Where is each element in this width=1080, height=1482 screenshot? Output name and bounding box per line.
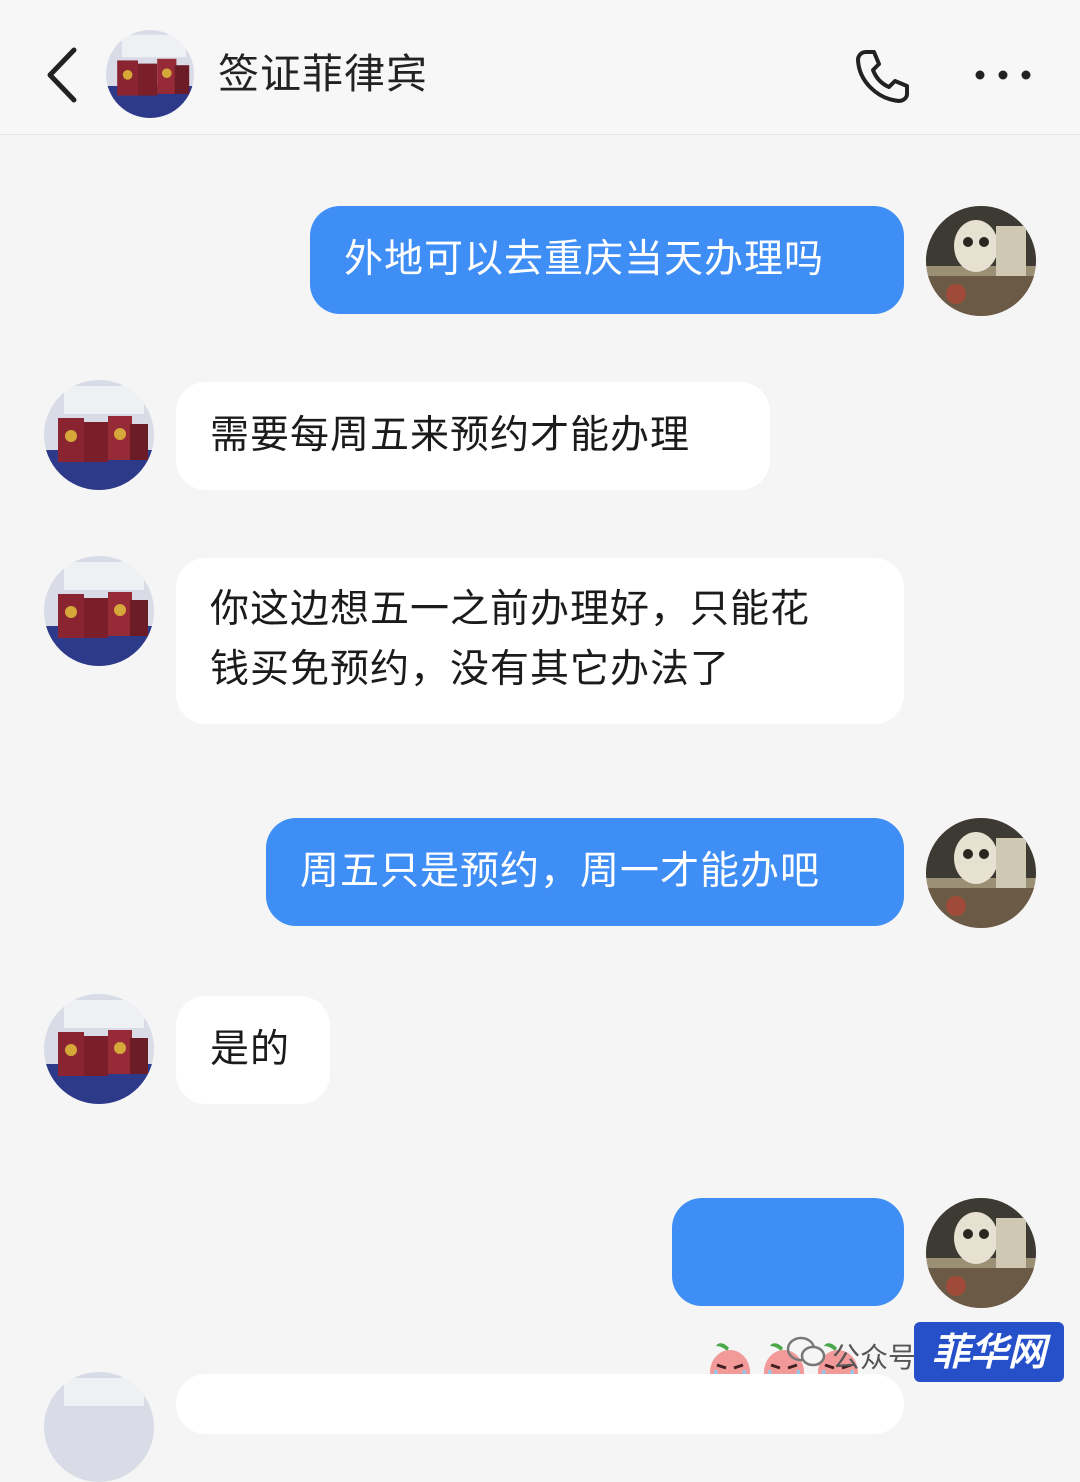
more-dots-icon[interactable] bbox=[968, 58, 1038, 92]
chat-header: 签证菲律宾 bbox=[0, 0, 1080, 135]
passport-photo-icon bbox=[44, 1372, 154, 1482]
message-bubble-outgoing[interactable]: 外地可以去重庆当天办理吗 bbox=[310, 206, 904, 314]
my-avatar[interactable] bbox=[926, 818, 1036, 928]
contact-avatar[interactable] bbox=[44, 556, 154, 666]
passport-photo-icon bbox=[44, 380, 154, 490]
skeleton-artwork-icon bbox=[926, 206, 1036, 316]
message-bubble-incoming[interactable]: 是的 bbox=[176, 996, 330, 1104]
message-bubble-outgoing[interactable] bbox=[672, 1198, 904, 1394]
message-bubble-incoming[interactable]: 你这边想五一之前办理好，只能花 钱买免预约，没有其它办法了 bbox=[176, 558, 904, 724]
skeleton-artwork-icon bbox=[926, 1198, 1036, 1308]
phone-icon[interactable] bbox=[852, 46, 912, 106]
message-bubble-outgoing[interactable]: 周五只是预约，周一才能办吧 bbox=[266, 818, 904, 926]
my-avatar[interactable] bbox=[926, 206, 1036, 316]
contact-avatar[interactable] bbox=[44, 1372, 154, 1482]
watermark-brand: 菲华网 bbox=[914, 1322, 1064, 1382]
contact-avatar[interactable] bbox=[44, 994, 154, 1104]
message-bubble-incoming[interactable] bbox=[176, 1374, 904, 1434]
wechat-icon bbox=[786, 1336, 826, 1367]
my-avatar[interactable] bbox=[926, 1198, 1036, 1308]
chevron-left-icon[interactable] bbox=[38, 44, 88, 106]
passport-photo-icon bbox=[106, 30, 194, 118]
contact-avatar[interactable] bbox=[106, 30, 194, 118]
passport-photo-icon bbox=[44, 556, 154, 666]
chat-title: 签证菲律宾 bbox=[218, 50, 428, 98]
watermark: 公众号 菲华网 bbox=[784, 1322, 1080, 1382]
skeleton-artwork-icon bbox=[926, 818, 1036, 928]
passport-photo-icon bbox=[44, 994, 154, 1104]
message-bubble-incoming[interactable]: 需要每周五来预约才能办理 bbox=[176, 382, 770, 490]
watermark-prefix: 公众号 bbox=[832, 1341, 917, 1374]
contact-avatar[interactable] bbox=[44, 380, 154, 490]
